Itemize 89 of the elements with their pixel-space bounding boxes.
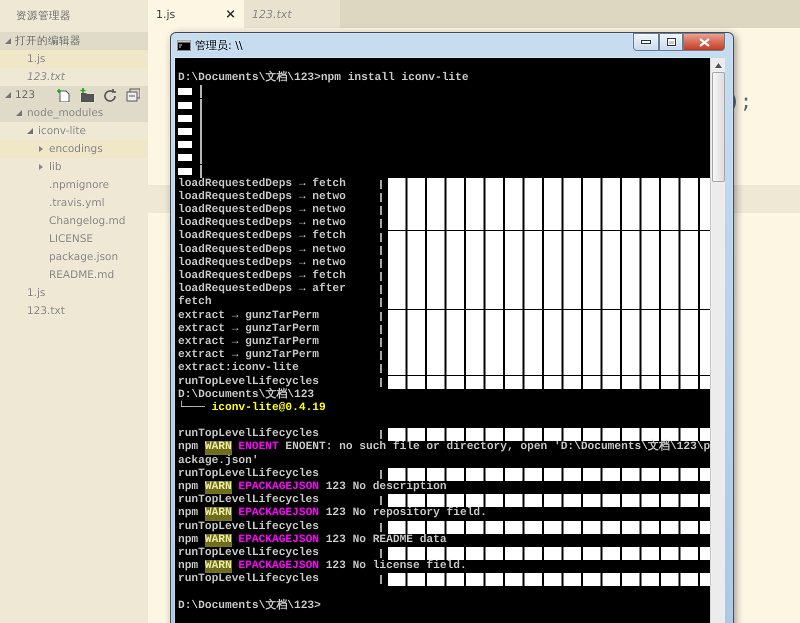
- console-text: runTopLevelLifecycles: [178, 494, 319, 508]
- console-text: 123 No repository field.: [324, 507, 487, 521]
- sidebar-title: 资源管理器: [15, 9, 72, 24]
- scroll-thumb[interactable]: [712, 72, 724, 182]
- console-text: npm: [178, 441, 200, 454]
- console-text: npm: [178, 507, 200, 520]
- error-code: EPACKAGEJSON: [237, 481, 319, 494]
- error-code: ENOENT: [237, 441, 279, 454]
- maximize-icon: [666, 38, 676, 46]
- collapsed-icon[interactable]: [38, 146, 44, 152]
- tree-item[interactable]: 1.js: [0, 284, 148, 302]
- console-text: extract → gunzTarPerm: [178, 322, 319, 336]
- console-text: 123 No description: [324, 481, 447, 494]
- warning-label: WARN: [204, 534, 232, 547]
- tree-item[interactable]: lib: [0, 158, 148, 176]
- new-folder-icon[interactable]: [80, 88, 94, 102]
- tree-item[interactable]: .travis.yml: [0, 194, 148, 212]
- expanded-icon[interactable]: [16, 110, 22, 116]
- console-text: D:\Documents\文档\123: [178, 388, 314, 401]
- console-text: loadRequestedDeps → fetch: [178, 270, 346, 282]
- warning-label: WARN: [204, 560, 232, 574]
- warning-label: WARN: [204, 507, 232, 521]
- console-text: runTopLevelLifecycles: [178, 468, 319, 482]
- tree-item[interactable]: README.md: [0, 266, 148, 284]
- console-text: npm: [178, 534, 200, 546]
- console-text: ackage.json': [178, 454, 259, 468]
- collapsed-icon[interactable]: [38, 164, 44, 170]
- console-text: loadRequestedDeps → fetch: [178, 230, 346, 244]
- console-text: loadRequestedDeps → after: [178, 283, 346, 296]
- console-text: D:\Documents\文档\123>npm install iconv-lite: [178, 72, 469, 86]
- editor-tab[interactable]: 1.js ×: [148, 0, 244, 28]
- console-text: D:\Documents\文档\123>: [178, 600, 321, 613]
- editor-tab[interactable]: 123.txt: [244, 0, 340, 28]
- console-text: 123 No README data: [324, 534, 447, 547]
- console-text: extract:iconv-lite: [178, 362, 299, 376]
- tree-item[interactable]: LICENSE: [0, 230, 148, 248]
- warning-label: WARN: [204, 481, 232, 494]
- console-text: loadRequestedDeps → netwo: [178, 256, 346, 270]
- error-code: EPACKAGEJSON: [237, 507, 319, 520]
- scroll-up-icon[interactable]: [714, 63, 722, 68]
- console-text: 123 No license field.: [324, 560, 467, 574]
- console-text: runTopLevelLifecycles: [178, 428, 319, 442]
- section-header[interactable]: 打开的编辑器: [0, 32, 148, 50]
- tree-item[interactable]: .npmignore: [0, 176, 148, 194]
- tree-item[interactable]: encodings: [0, 140, 148, 158]
- minimize-icon: [641, 40, 651, 44]
- console-icon: [177, 40, 191, 51]
- console-text: loadRequestedDeps → netwo: [178, 217, 346, 230]
- tree-item[interactable]: Changelog.md: [0, 212, 148, 230]
- console-text: └───: [178, 402, 206, 416]
- console-text: runTopLevelLifecycles: [178, 376, 319, 388]
- warning-label: WARN: [204, 441, 232, 455]
- open-editor-item[interactable]: 123.txt: [0, 68, 148, 86]
- console-text: ENOENT: no such file or directory, open 'D:\Documents\文档\123\p: [284, 441, 710, 455]
- console-text: runTopLevelLifecycles: [178, 573, 319, 587]
- section-header[interactable]: 123: [0, 86, 148, 104]
- console-text: loadRequestedDeps → netwo: [178, 244, 346, 256]
- console-text: loadRequestedDeps → netwo: [178, 204, 346, 216]
- new-file-icon[interactable]: [57, 88, 71, 102]
- minimize-button[interactable]: [633, 33, 659, 51]
- console-text: fetch: [178, 296, 212, 310]
- console-text: loadRequestedDeps → fetch: [178, 178, 346, 190]
- tree-item[interactable]: 123.txt: [0, 302, 148, 320]
- console-text: extract → gunzTarPerm: [178, 349, 319, 362]
- expanded-icon[interactable]: [5, 92, 11, 98]
- tree-item[interactable]: iconv-lite: [0, 122, 148, 140]
- window-title: 管理员: \\: [195, 38, 243, 53]
- collapse-all-icon[interactable]: [126, 88, 140, 102]
- tree-item[interactable]: node_modules: [0, 104, 148, 122]
- package-version: iconv-lite@0.4.19: [212, 402, 326, 416]
- console-text: runTopLevelLifecycles: [178, 546, 319, 560]
- tree-item[interactable]: package.json: [0, 248, 148, 266]
- refresh-icon[interactable]: [103, 88, 117, 102]
- console-text: npm: [178, 481, 200, 494]
- expanded-icon[interactable]: [5, 38, 11, 44]
- error-code: EPACKAGEJSON: [237, 534, 319, 546]
- console-text: loadRequestedDeps → netwo: [178, 190, 346, 204]
- console-text: extract → gunzTarPerm: [178, 310, 319, 323]
- expanded-icon[interactable]: [27, 128, 33, 134]
- close-button[interactable]: [683, 33, 725, 51]
- open-editor-item[interactable]: 1.js: [0, 50, 148, 68]
- console-text: extract → gunzTarPerm: [178, 336, 319, 350]
- maximize-button[interactable]: [659, 33, 683, 51]
- error-code: EPACKAGEJSON: [237, 560, 319, 572]
- console-text: npm: [178, 560, 200, 572]
- close-icon[interactable]: ×: [225, 6, 236, 22]
- scrollbar[interactable]: [710, 58, 725, 623]
- console-text: runTopLevelLifecycles: [178, 520, 319, 534]
- close-icon: [698, 38, 710, 46]
